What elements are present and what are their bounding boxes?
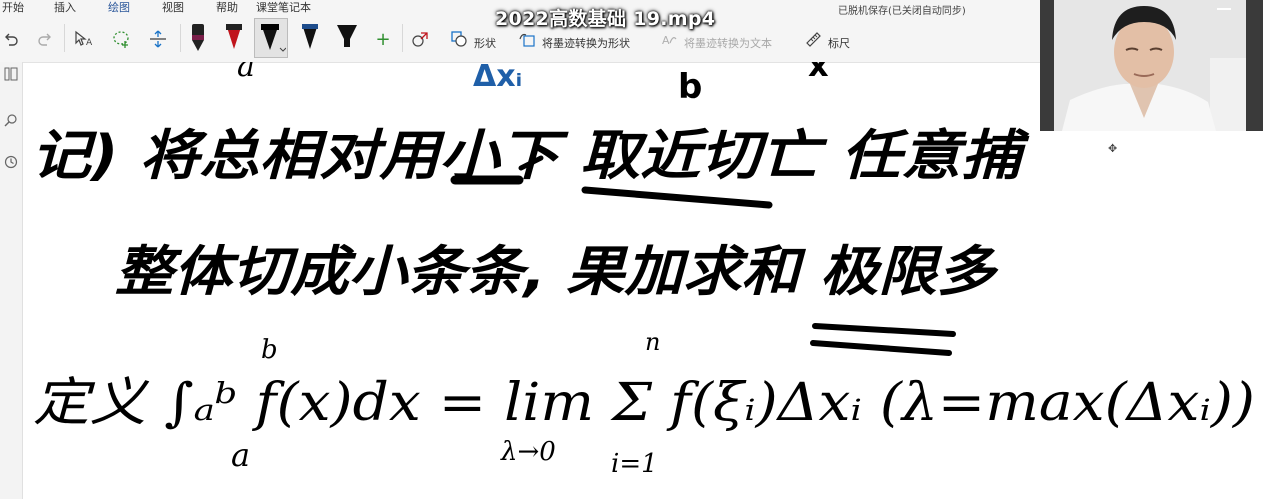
svg-text:A: A <box>662 34 670 47</box>
presenter-webcam-image <box>1040 0 1263 131</box>
tab-home[interactable]: 开始 <box>2 1 24 16</box>
shapes-button[interactable]: 形状 <box>474 35 496 51</box>
ink-to-text-button: 将墨迹转换为文本 <box>684 37 772 50</box>
ink-to-shape-button[interactable]: 将墨迹转换为形状 <box>542 35 630 51</box>
pen-3-icon-selected[interactable] <box>254 18 288 58</box>
sum-upper-limit: n <box>645 328 660 356</box>
toolbar-divider <box>64 24 65 52</box>
top-fragment-a: a <box>237 62 255 84</box>
toolbar-divider <box>402 24 403 52</box>
tab-help[interactable]: 帮助 <box>216 1 238 16</box>
top-fragment-x: x <box>808 62 829 84</box>
integral-lower-limit: a <box>231 436 250 474</box>
svg-text:A: A <box>86 38 93 48</box>
toolbar-divider <box>180 24 181 52</box>
undo-icon[interactable] <box>2 30 20 48</box>
handwritten-line-3: 定义 ∫ₐᵇ f(x)dx = lim Σ f(ξᵢ)Δxᵢ (λ=max(Δx… <box>33 373 1255 433</box>
sum-lower-limit: i=1 <box>611 449 658 479</box>
minimize-button[interactable] <box>1217 8 1231 10</box>
search-icon[interactable] <box>3 112 19 128</box>
webcam-overlay <box>1040 0 1263 131</box>
tab-view[interactable]: 视图 <box>162 1 184 16</box>
pen-1-color <box>192 35 204 40</box>
ink-to-text-icon: A <box>660 30 678 48</box>
pages-icon[interactable] <box>3 66 19 82</box>
pen-1-icon[interactable] <box>186 20 210 56</box>
handwritten-line-2: 整体切成小条条, 果加求和 极限多 <box>115 240 999 303</box>
add-space-icon[interactable] <box>146 28 170 50</box>
highlighter-icon[interactable] <box>334 20 360 56</box>
ruler-button[interactable]: 标尺 <box>828 35 850 51</box>
shapes-icon[interactable] <box>450 30 468 48</box>
ink-replay-icon[interactable] <box>410 28 432 50</box>
integral-upper-limit: b <box>261 335 278 365</box>
lasso-select-icon[interactable] <box>110 28 134 50</box>
pen-4-icon[interactable] <box>298 20 322 56</box>
redo-icon[interactable] <box>36 30 54 48</box>
sync-status: 已脱机保存(已关闭自动同步) <box>838 6 966 17</box>
tab-class-notebook[interactable]: 课堂笔记本 <box>256 1 311 16</box>
ink-to-shape-icon[interactable] <box>518 30 536 48</box>
pen-2-icon[interactable] <box>222 20 246 56</box>
recent-icon[interactable] <box>3 154 19 170</box>
video-title: 2022高数基础 19.mp4 <box>495 8 716 30</box>
tab-insert[interactable]: 插入 <box>54 1 76 16</box>
type-select-icon[interactable]: A <box>72 28 96 50</box>
move-cursor-icon: ✥ <box>1108 142 1118 155</box>
left-rail <box>0 62 23 499</box>
top-fragment-delta-x: Δxᵢ <box>473 62 522 94</box>
top-fragment-b: b <box>678 67 702 107</box>
limit-subscript: λ→0 <box>500 437 556 467</box>
add-pen-icon[interactable]: + <box>372 28 394 50</box>
ruler-icon[interactable] <box>804 30 822 48</box>
handwritten-line-1: 记) 将总相对用小下 取近切亡 任意捕 <box>31 124 1030 187</box>
